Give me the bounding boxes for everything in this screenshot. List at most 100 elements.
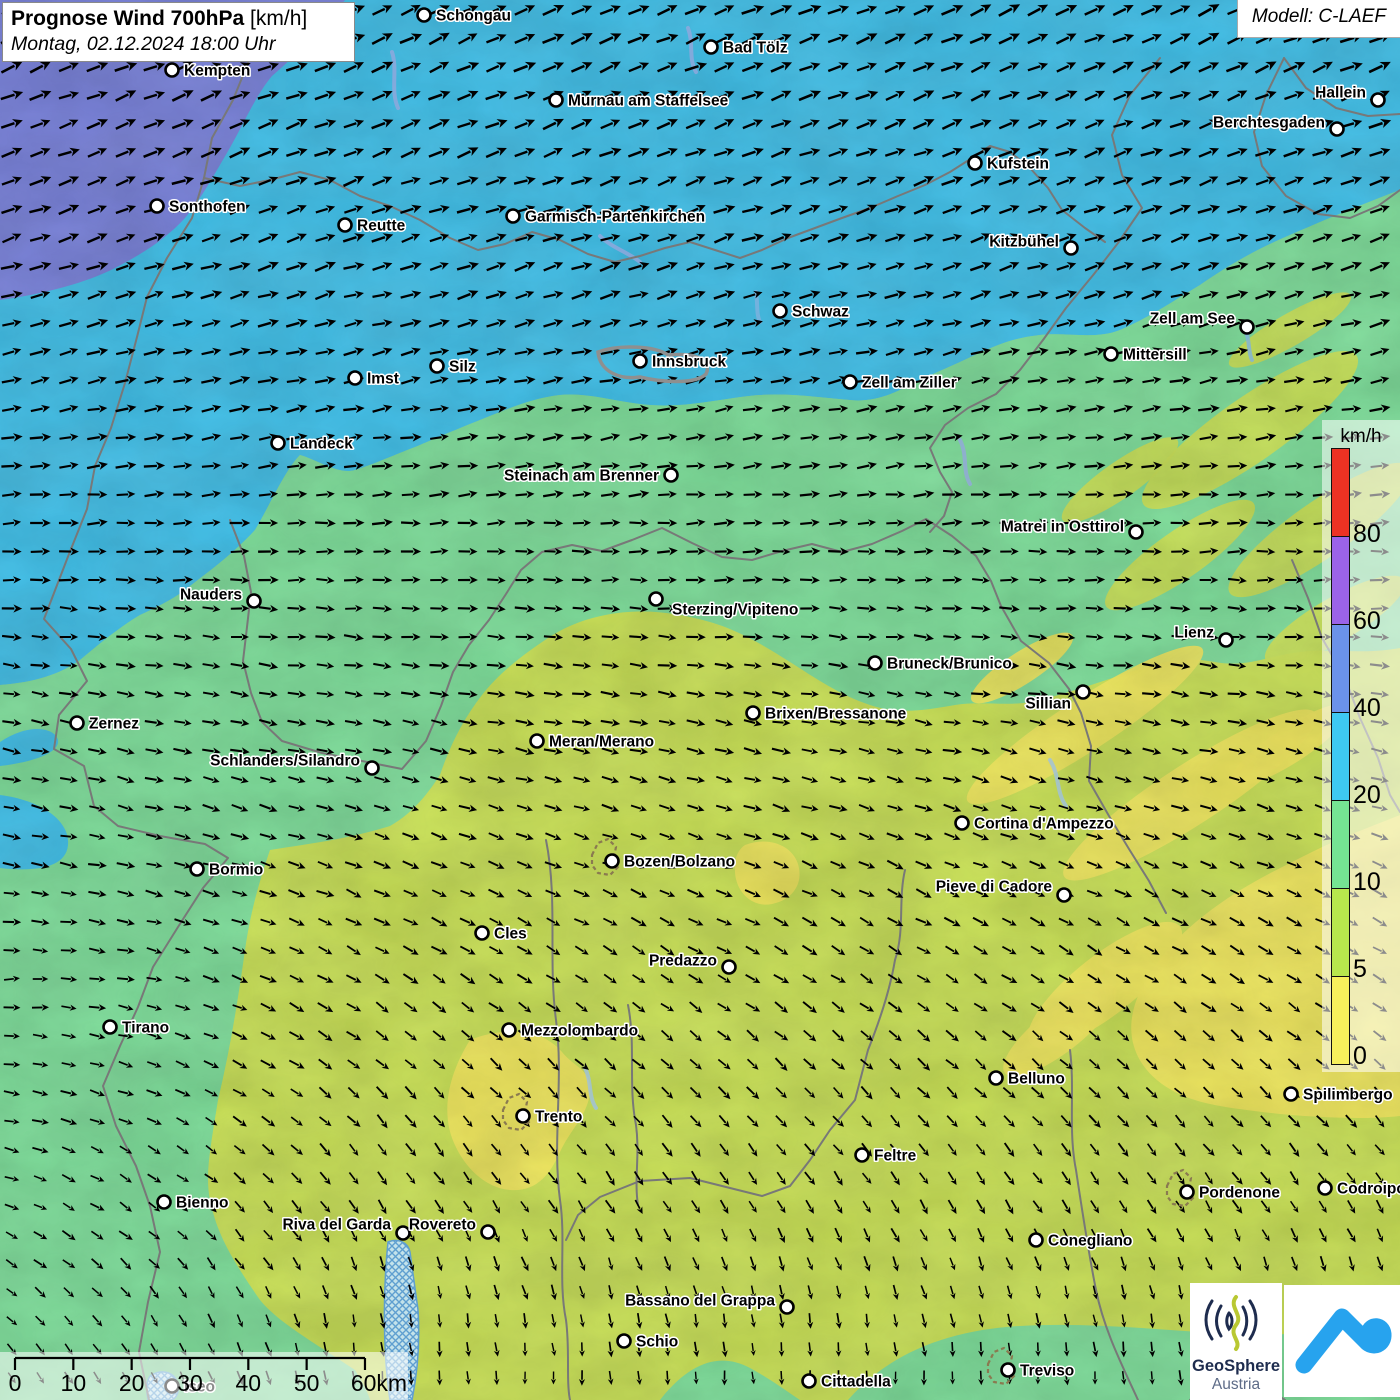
city-label: Reutte xyxy=(357,218,406,235)
city-label: Kempten xyxy=(184,63,250,80)
city-label: Silz xyxy=(449,359,476,376)
title-parameter: Prognose Wind 700hPa xyxy=(11,7,244,30)
city-label: Trento xyxy=(535,1109,582,1126)
geosphere-org-name: GeoSphere xyxy=(1190,1357,1282,1376)
city-marker xyxy=(272,437,285,450)
city-marker xyxy=(1331,123,1344,136)
city-marker xyxy=(956,817,969,830)
city-label: Cittadella xyxy=(821,1374,891,1391)
city-marker xyxy=(418,9,431,22)
city-label: Bormio xyxy=(209,862,263,879)
city-label: Imst xyxy=(367,371,399,388)
city-murnau-am-staffelsee: Murnau am Staffelsee xyxy=(550,93,729,110)
city-label: Meran/Merano xyxy=(549,734,654,751)
legend-band-0 xyxy=(1332,977,1349,1064)
scalebar-label-50: 50 xyxy=(294,1370,320,1397)
city-label: Kufstein xyxy=(987,156,1049,173)
city-marker xyxy=(1181,1186,1194,1199)
city-marker xyxy=(1058,889,1071,902)
app-logo-box xyxy=(1284,1285,1400,1397)
city-label: Murnau am Staffelsee xyxy=(568,93,729,110)
city-label: Feltre xyxy=(874,1148,917,1165)
city-marker xyxy=(503,1024,516,1037)
city-marker xyxy=(339,219,352,232)
legend-unit-label: km/h xyxy=(1322,426,1400,448)
scalebar-label-20: 20 xyxy=(119,1370,145,1397)
city-marker xyxy=(104,1021,117,1034)
city-label: Sonthofen xyxy=(169,199,246,216)
city-cles: Cles xyxy=(476,926,527,943)
map-title-box: Prognose Wind 700hPa [km/h] Montag, 02.1… xyxy=(2,2,355,62)
scalebar-label-60km: 60km xyxy=(351,1370,407,1397)
city-marker xyxy=(151,200,164,213)
city-marker xyxy=(705,41,718,54)
city-label: Landeck xyxy=(290,436,353,453)
weather-map-screenshot: Schongau Bad Tölz Kempten Murnau am Staffel… xyxy=(0,0,1400,1400)
legend-value-40: 40 xyxy=(1353,696,1381,721)
scalebar-label-30: 30 xyxy=(177,1370,203,1397)
legend-value-10: 10 xyxy=(1353,870,1381,895)
city-label: Schlanders/Silandro xyxy=(210,753,360,770)
legend-band-80 xyxy=(1332,449,1349,537)
city-marker xyxy=(366,762,379,775)
legend-band-60 xyxy=(1332,537,1349,625)
city-brixen-bressanone: Brixen/Bressanone xyxy=(747,706,907,723)
city-label: Bad Tölz xyxy=(723,40,788,57)
city-label: Garmisch-Partenkirchen xyxy=(525,209,705,226)
city-marker xyxy=(774,305,787,318)
city-marker xyxy=(1065,242,1078,255)
city-marker xyxy=(650,593,663,606)
city-label: Lienz xyxy=(1174,625,1214,642)
city-label: Kitzbühel xyxy=(989,234,1059,251)
city-label: Berchtesgaden xyxy=(1213,115,1325,132)
title-unit: [km/h] xyxy=(250,7,307,30)
legend-band-40 xyxy=(1332,625,1349,713)
city-marker xyxy=(990,1072,1003,1085)
city-marker xyxy=(1319,1182,1332,1195)
legend-band-10 xyxy=(1332,801,1349,889)
city-feltre: Feltre xyxy=(856,1148,917,1165)
map-valid-time: Montag, 02.12.2024 18:00 Uhr xyxy=(11,33,346,56)
city-marker xyxy=(618,1335,631,1348)
map-title: Prognose Wind 700hPa [km/h] xyxy=(11,7,346,31)
city-label: Spilimbergo xyxy=(1303,1087,1393,1104)
city-marker xyxy=(803,1375,816,1388)
geosphere-logo-icon xyxy=(1190,1283,1282,1353)
city-label: Zell am Ziller xyxy=(862,375,957,392)
city-marker xyxy=(517,1110,530,1123)
city-tirano: Tirano xyxy=(104,1020,170,1037)
city-label: Pieve di Cadore xyxy=(936,879,1053,896)
city-meran-merano: Meran/Merano xyxy=(531,734,655,751)
city-label: Schio xyxy=(636,1334,678,1351)
city-label: Pordenone xyxy=(1199,1185,1280,1202)
city-marker xyxy=(1285,1088,1298,1101)
city-bruneck-brunico: Bruneck/Brunico xyxy=(869,656,1012,673)
distance-scalebar: 0102030405060km xyxy=(0,1352,408,1400)
city-label: Bienno xyxy=(176,1195,229,1212)
scalebar-label-10: 10 xyxy=(61,1370,87,1397)
city-label: Schwaz xyxy=(792,304,849,321)
city-label: Schongau xyxy=(436,8,511,25)
city-marker xyxy=(166,64,179,77)
city-label: Zell am See xyxy=(1150,311,1236,328)
city-label: Mezzolombardo xyxy=(521,1023,638,1040)
city-marker xyxy=(248,595,261,608)
city-marker xyxy=(349,372,362,385)
city-marker xyxy=(634,355,647,368)
city-marker xyxy=(723,961,736,974)
city-marker xyxy=(856,1149,869,1162)
legend-band-20 xyxy=(1332,713,1349,801)
city-label: Hallein xyxy=(1315,85,1366,102)
city-marker xyxy=(71,717,84,730)
city-label: Steinach am Brenner xyxy=(504,468,659,485)
city-marker xyxy=(1077,686,1090,699)
city-marker xyxy=(476,927,489,940)
city-label: Zernez xyxy=(89,716,139,733)
city-marker xyxy=(781,1301,794,1314)
city-silz: Silz xyxy=(431,359,476,376)
city-marker xyxy=(191,863,204,876)
city-label: Matrei in Osttirol xyxy=(1001,519,1124,536)
city-marker xyxy=(431,360,444,373)
city-marker xyxy=(550,94,563,107)
city-marker xyxy=(482,1226,495,1239)
